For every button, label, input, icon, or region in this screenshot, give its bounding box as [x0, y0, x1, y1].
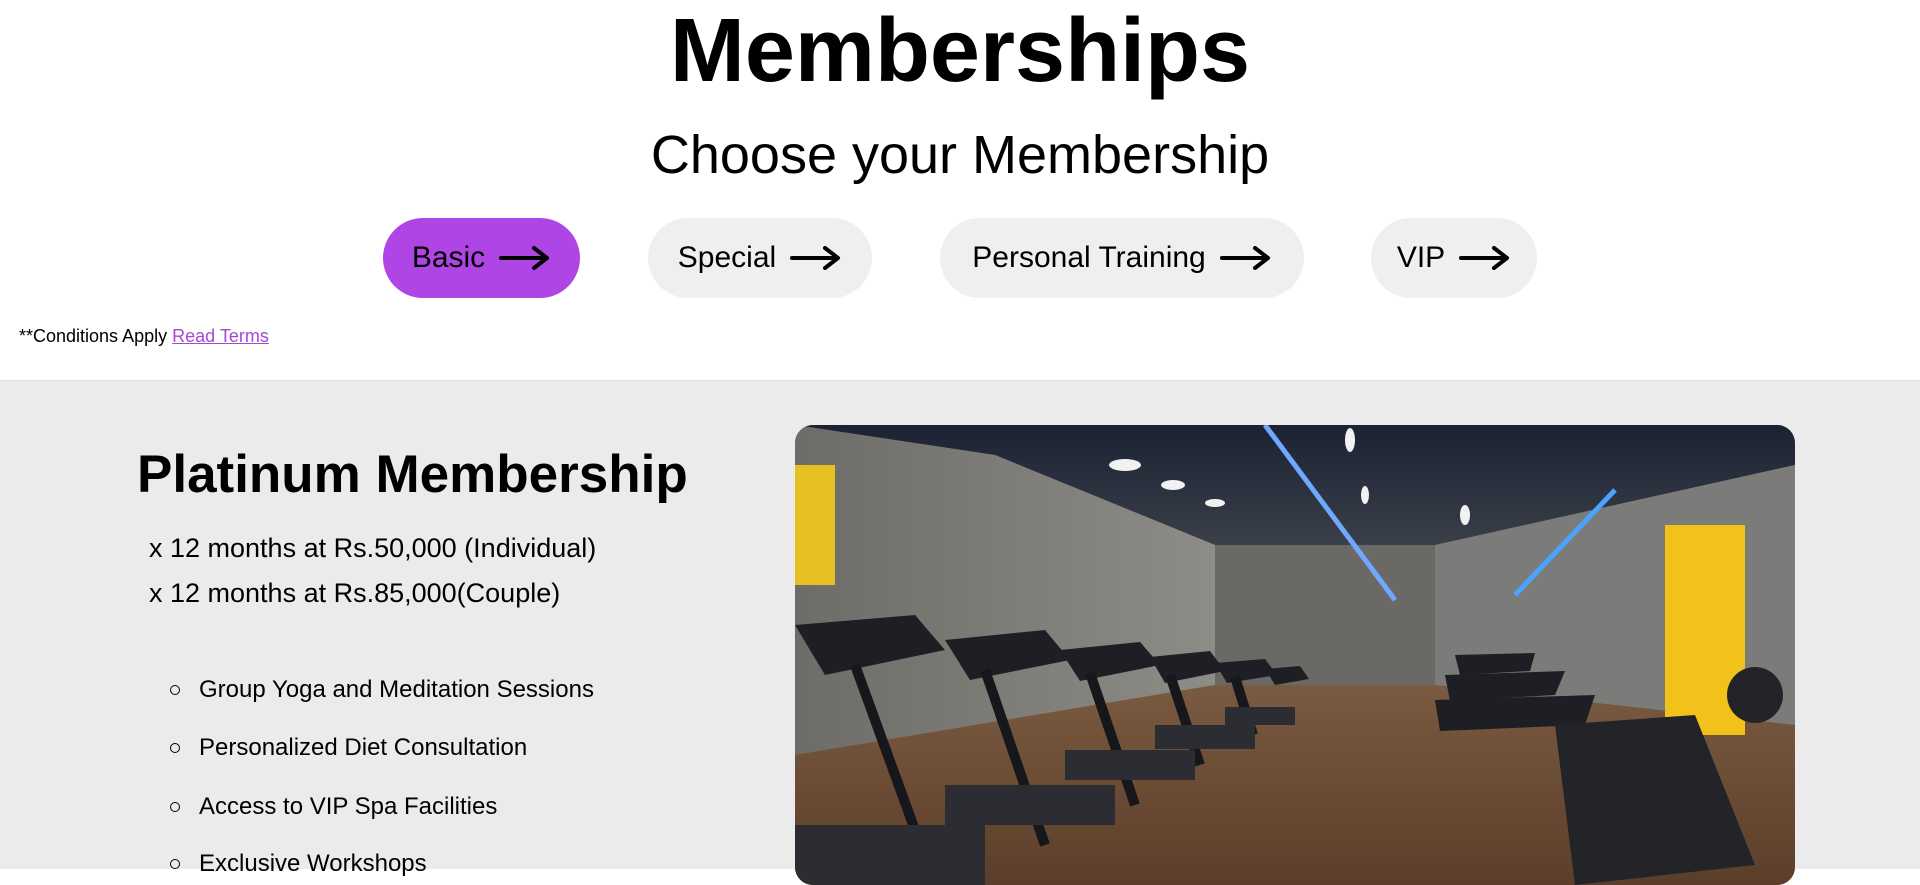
tab-personal-training-label: Personal Training: [972, 241, 1206, 274]
conditions-note: **Conditions Apply Read Terms: [19, 325, 269, 347]
feature-label: Exclusive Workshops: [199, 850, 427, 877]
membership-header-section: Memberships Choose your Membership Basic…: [0, 0, 1920, 380]
page-title: Memberships: [669, 1, 1251, 101]
conditions-text: **Conditions Apply: [19, 326, 168, 346]
tab-personal-training[interactable]: Personal Training: [940, 218, 1304, 298]
read-terms-link[interactable]: Read Terms: [172, 326, 269, 346]
tab-vip[interactable]: VIP: [1371, 218, 1537, 298]
gym-interior-image: [795, 425, 1795, 885]
circle-bullet-icon: [170, 859, 180, 869]
tab-basic[interactable]: Basic: [383, 218, 580, 298]
arrow-right-icon: [1219, 246, 1270, 270]
gym-treadmills-photo: [795, 425, 1795, 885]
arrow-right-icon: [790, 246, 841, 270]
price-individual: x 12 months at Rs.50,000 (Individual): [149, 533, 597, 563]
feature-label: Personalized Diet Consultation: [199, 734, 528, 761]
feature-label: Group Yoga and Meditation Sessions: [199, 676, 594, 703]
circle-bullet-icon: [170, 685, 180, 695]
arrow-right-icon: [499, 246, 550, 270]
circle-bullet-icon: [170, 743, 180, 753]
price-couple: x 12 months at Rs.85,000(Couple): [149, 578, 561, 608]
tab-special[interactable]: Special: [648, 218, 872, 298]
page-subtitle: Choose your Membership: [650, 125, 1270, 185]
plan-title: Platinum Membership: [137, 445, 688, 504]
plan-section: Platinum Membership x 12 months at Rs.50…: [0, 380, 1920, 885]
arrow-right-icon: [1459, 246, 1510, 270]
list-item: Group Yoga and Meditation Sessions: [170, 675, 594, 705]
list-item: Exclusive Workshops: [170, 849, 427, 879]
list-item: Access to VIP Spa Facilities: [170, 792, 497, 822]
circle-bullet-icon: [170, 802, 180, 812]
feature-label: Access to VIP Spa Facilities: [199, 793, 498, 820]
tab-basic-label: Basic: [411, 241, 486, 274]
list-item: Personalized Diet Consultation: [170, 733, 527, 763]
tab-special-label: Special: [677, 241, 777, 274]
tab-vip-label: VIP: [1396, 241, 1446, 274]
